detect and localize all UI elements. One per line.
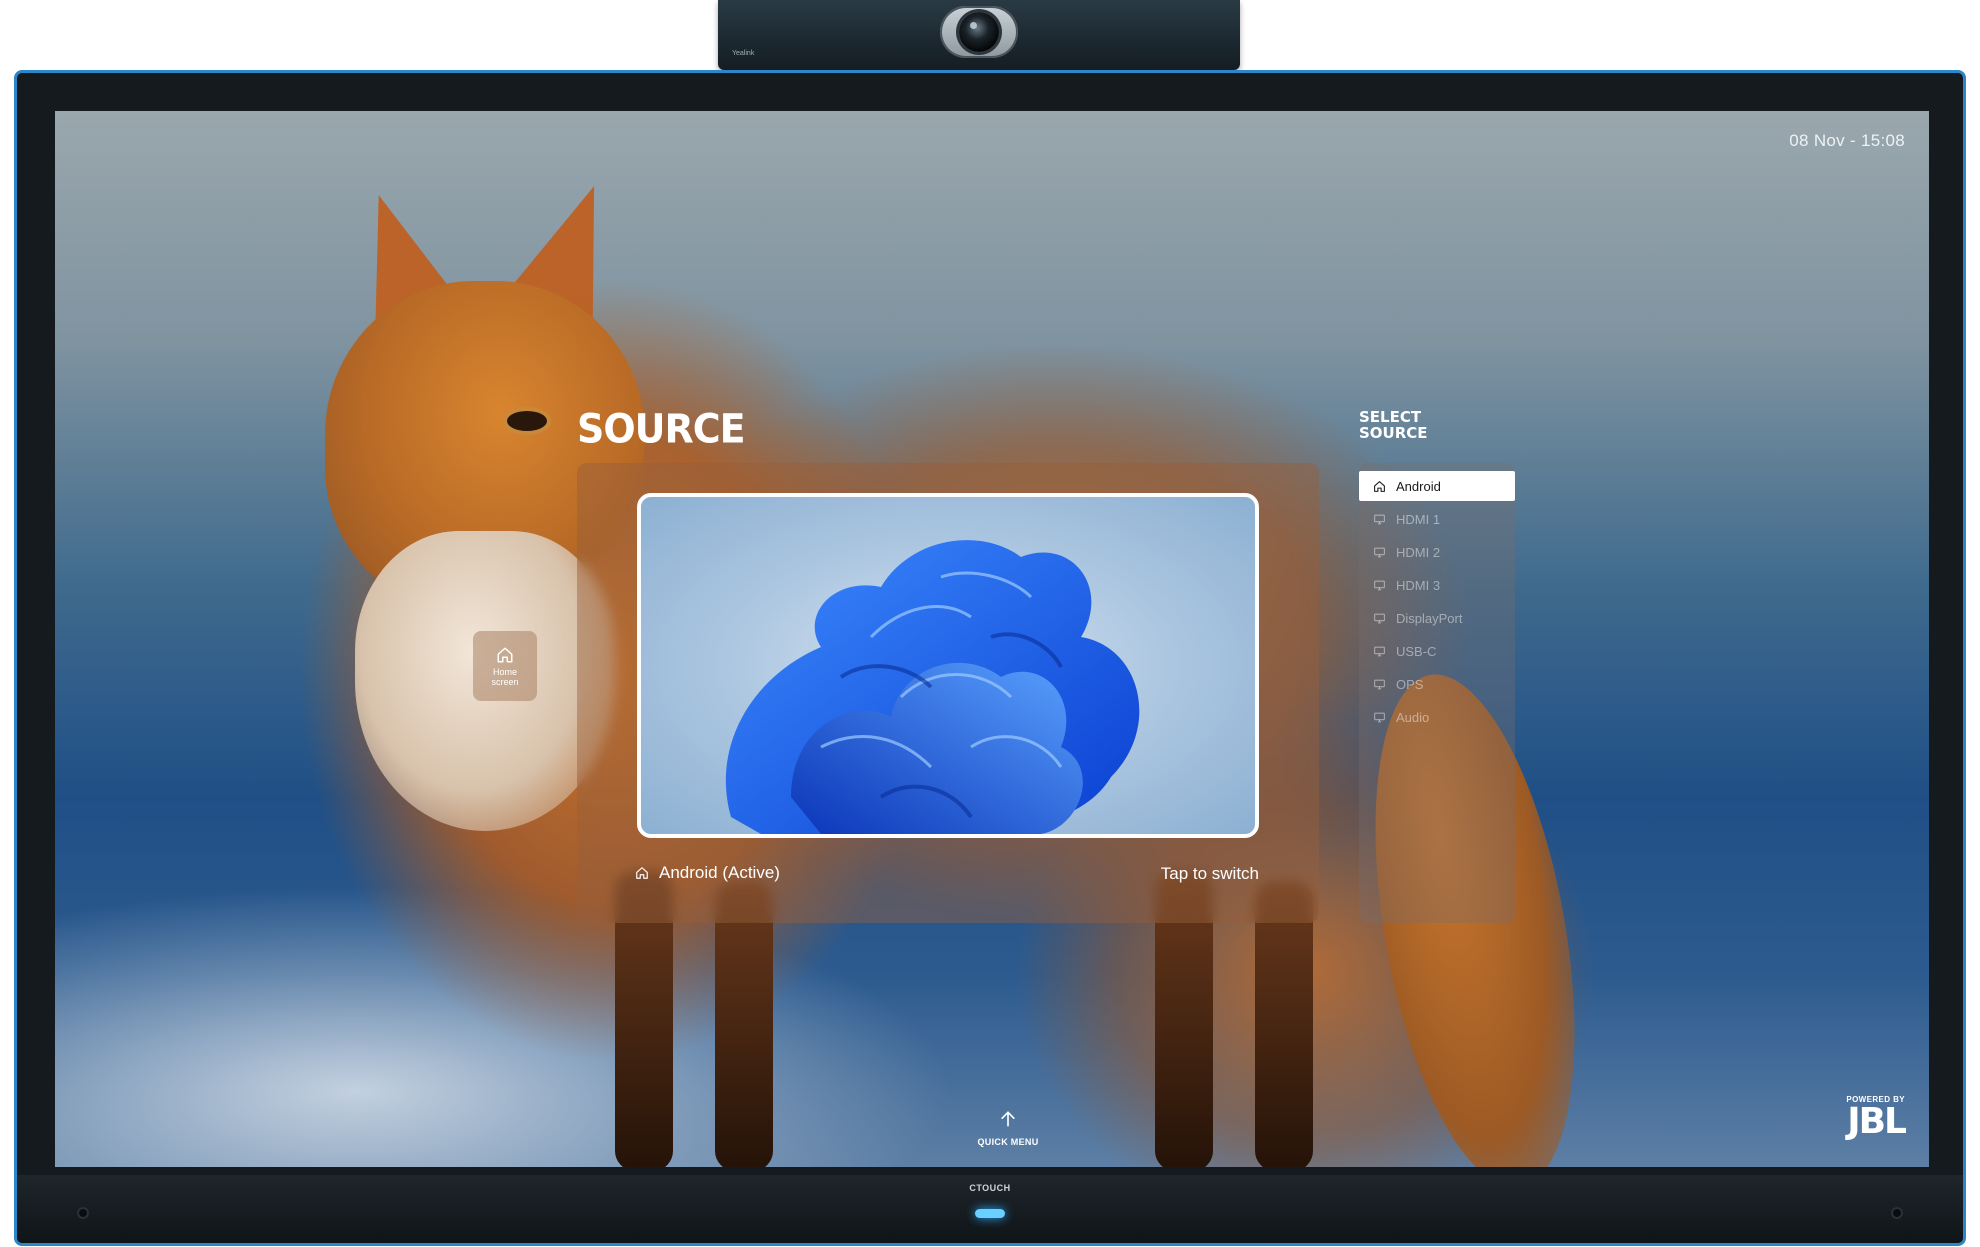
sensor-icon xyxy=(77,1207,89,1219)
sensor-icon xyxy=(1891,1207,1903,1219)
monitor-icon xyxy=(1374,514,1385,524)
monitor-icon xyxy=(1374,547,1385,557)
date-time: 08 Nov - 15:08 xyxy=(1789,131,1905,150)
home-icon xyxy=(1374,480,1385,492)
camera-lens-housing xyxy=(940,6,1018,58)
home-screen-label: Home screen xyxy=(491,666,519,687)
arrow-up-icon xyxy=(1001,1111,1015,1127)
source-item-ops[interactable]: OPS xyxy=(1359,669,1515,699)
monitor-icon xyxy=(1374,580,1385,590)
wallpaper-fox-eye xyxy=(507,411,547,431)
source-panel: Android (Active) Tap to switch xyxy=(577,463,1319,923)
tap-to-switch-button[interactable]: Tap to switch xyxy=(1161,864,1259,884)
jbl-branding: POWERED BY JBL xyxy=(1846,1095,1907,1142)
select-source-title: SELECT SOURCE xyxy=(1359,408,1428,442)
ctouch-brand: CTOUCH xyxy=(969,1183,1011,1193)
monitor-bottom-bezel: CTOUCH xyxy=(17,1175,1963,1243)
monitor-icon xyxy=(1374,712,1385,722)
source-title: SOURCE xyxy=(577,405,746,453)
jbl-logo: JBL xyxy=(1847,1101,1907,1142)
home-icon xyxy=(497,647,513,662)
wallpaper-fox-leg xyxy=(715,881,773,1167)
camera-bar: Yealink xyxy=(718,0,1240,70)
source-item-audio[interactable]: Audio xyxy=(1359,702,1515,732)
display-monitor: 08 Nov - 15:08 Home screen SOURCE Androi… xyxy=(14,70,1966,1246)
select-source-list: Android HDMI 1 HDMI 2 HDMI 3 DisplayPort… xyxy=(1359,463,1515,923)
quick-menu-label: QUICK MENU xyxy=(977,1137,1039,1147)
home-screen-button[interactable]: Home screen xyxy=(473,631,537,701)
screen: 08 Nov - 15:08 Home screen SOURCE Androi… xyxy=(55,111,1929,1167)
source-item-label: HDMI 1 xyxy=(1396,511,1441,527)
wallpaper-bloom-graphic xyxy=(725,540,1140,834)
source-preview[interactable] xyxy=(637,493,1259,838)
source-item-hdmi-3[interactable]: HDMI 3 xyxy=(1359,570,1515,600)
monitor-icon xyxy=(1374,646,1385,656)
source-item-hdmi-1[interactable]: HDMI 1 xyxy=(1359,504,1515,534)
wallpaper-fox-leg xyxy=(1255,881,1313,1167)
source-item-label: USB-C xyxy=(1396,643,1437,659)
active-source-label: Android (Active) xyxy=(659,863,780,882)
source-item-label: Android xyxy=(1396,478,1441,494)
source-item-label: Audio xyxy=(1396,709,1430,725)
source-item-label: HDMI 2 xyxy=(1396,544,1441,560)
camera-lens-icon xyxy=(959,12,999,52)
source-item-label: DisplayPort xyxy=(1396,610,1463,626)
camera-brand: Yealink xyxy=(732,50,755,57)
active-source-row: Android (Active) xyxy=(635,863,780,883)
monitor-icon xyxy=(1374,679,1385,689)
source-item-hdmi-2[interactable]: HDMI 2 xyxy=(1359,537,1515,567)
home-icon xyxy=(636,867,648,879)
quick-menu-button[interactable]: QUICK MENU xyxy=(953,1109,1063,1147)
source-item-displayport[interactable]: DisplayPort xyxy=(1359,603,1515,633)
source-item-usb-c[interactable]: USB-C xyxy=(1359,636,1515,666)
source-item-label: OPS xyxy=(1396,676,1424,692)
monitor-icon xyxy=(1374,613,1385,623)
source-item-android[interactable]: Android xyxy=(1359,471,1515,501)
source-item-label: HDMI 3 xyxy=(1396,577,1441,593)
power-led-button[interactable] xyxy=(975,1209,1005,1218)
